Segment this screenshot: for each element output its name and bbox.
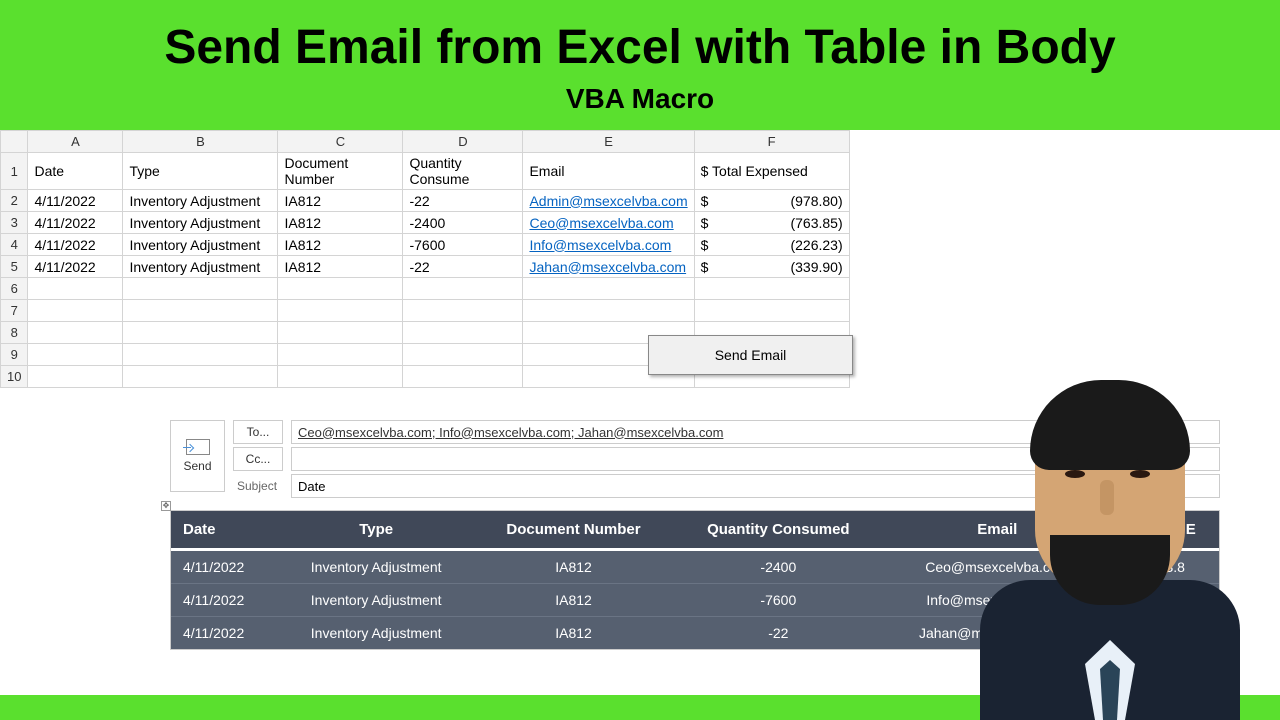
send-icon	[186, 439, 210, 455]
th-doc: Document Number	[474, 511, 674, 550]
cell[interactable]	[278, 278, 403, 300]
cell[interactable]	[123, 344, 278, 366]
th-qty: Quantity Consumed	[673, 511, 883, 550]
cell[interactable]: Type	[123, 153, 278, 190]
cell[interactable]: Jahan@msexcelvba.com	[523, 256, 694, 278]
cell[interactable]: Info@msexcelvba.com	[523, 234, 694, 256]
th-date: Date	[171, 511, 279, 550]
col-header-d[interactable]: D	[403, 131, 523, 153]
cell[interactable]: Inventory Adjustment	[123, 190, 278, 212]
email-link[interactable]: Jahan@msexcelvba.com	[529, 259, 686, 275]
cell[interactable]	[523, 278, 694, 300]
cc-button[interactable]: Cc...	[233, 447, 283, 471]
cell[interactable]	[278, 300, 403, 322]
cell[interactable]	[123, 322, 278, 344]
excel-worksheet[interactable]: A B C D E F 1 Date Type Document Number …	[0, 130, 1280, 388]
title-banner: Send Email from Excel with Table in Body…	[0, 0, 1280, 130]
to-button[interactable]: To...	[233, 420, 283, 444]
cell[interactable]: $(978.80)	[694, 190, 849, 212]
cell[interactable]: 4/11/2022	[28, 212, 123, 234]
subject-label: Subject	[233, 479, 283, 493]
cell[interactable]	[278, 366, 403, 388]
cell[interactable]	[123, 366, 278, 388]
cell[interactable]	[28, 300, 123, 322]
cell[interactable]	[694, 300, 849, 322]
col-header-f[interactable]: F	[694, 131, 849, 153]
cell[interactable]: -7600	[403, 234, 523, 256]
send-button[interactable]: Send	[170, 420, 225, 492]
email-link[interactable]: Admin@msexcelvba.com	[529, 193, 687, 209]
cell[interactable]: $ Total Expensed	[694, 153, 849, 190]
cell[interactable]: IA812	[278, 256, 403, 278]
cell[interactable]	[278, 344, 403, 366]
cell[interactable]: Admin@msexcelvba.com	[523, 190, 694, 212]
col-header-c[interactable]: C	[278, 131, 403, 153]
cell[interactable]: $(226.23)	[694, 234, 849, 256]
cell[interactable]	[278, 322, 403, 344]
cell[interactable]	[403, 322, 523, 344]
row-header-6[interactable]: 6	[1, 278, 28, 300]
email-link[interactable]: Ceo@msexcelvba.com	[529, 215, 673, 231]
table-move-handle[interactable]: ✥	[161, 501, 171, 511]
col-header-b[interactable]: B	[123, 131, 278, 153]
cell[interactable]	[403, 278, 523, 300]
select-all-corner[interactable]	[1, 131, 28, 153]
row-header-5[interactable]: 5	[1, 256, 28, 278]
row-header-4[interactable]: 4	[1, 234, 28, 256]
cell[interactable]	[403, 344, 523, 366]
cell[interactable]	[403, 366, 523, 388]
send-email-macro-button[interactable]: Send Email	[648, 335, 853, 375]
cell[interactable]: -2400	[403, 212, 523, 234]
row-header-1[interactable]: 1	[1, 153, 28, 190]
row-header-9[interactable]: 9	[1, 344, 28, 366]
email-link[interactable]: Info@msexcelvba.com	[529, 237, 671, 253]
row-header-2[interactable]: 2	[1, 190, 28, 212]
cell[interactable]: 4/11/2022	[28, 190, 123, 212]
row-header-3[interactable]: 3	[1, 212, 28, 234]
cell[interactable]	[123, 278, 278, 300]
row-header-7[interactable]: 7	[1, 300, 28, 322]
cell[interactable]: 4/11/2022	[28, 234, 123, 256]
cell[interactable]: $(339.90)	[694, 256, 849, 278]
cell[interactable]	[28, 322, 123, 344]
cell[interactable]	[28, 278, 123, 300]
cell[interactable]: IA812	[278, 212, 403, 234]
col-header-a[interactable]: A	[28, 131, 123, 153]
th-type: Type	[279, 511, 474, 550]
cell[interactable]: IA812	[278, 234, 403, 256]
cell[interactable]: -22	[403, 256, 523, 278]
cell[interactable]: Date	[28, 153, 123, 190]
send-label: Send	[183, 459, 211, 473]
cell[interactable]: Inventory Adjustment	[123, 234, 278, 256]
cell[interactable]	[123, 300, 278, 322]
cell[interactable]	[28, 344, 123, 366]
row-header-8[interactable]: 8	[1, 322, 28, 344]
cell[interactable]: -22	[403, 190, 523, 212]
cell[interactable]: Inventory Adjustment	[123, 256, 278, 278]
cell[interactable]: 4/11/2022	[28, 256, 123, 278]
cell[interactable]: Email	[523, 153, 694, 190]
col-header-e[interactable]: E	[523, 131, 694, 153]
cell[interactable]: IA812	[278, 190, 403, 212]
cell[interactable]: Document Number	[278, 153, 403, 190]
cell[interactable]	[523, 300, 694, 322]
cell[interactable]	[403, 300, 523, 322]
cell[interactable]	[28, 366, 123, 388]
cell[interactable]: Ceo@msexcelvba.com	[523, 212, 694, 234]
row-header-10[interactable]: 10	[1, 366, 28, 388]
subtitle: VBA Macro	[0, 83, 1280, 115]
cell[interactable]: Quantity Consume	[403, 153, 523, 190]
cell[interactable]: Inventory Adjustment	[123, 212, 278, 234]
main-title: Send Email from Excel with Table in Body	[0, 20, 1280, 75]
cell[interactable]	[694, 278, 849, 300]
cell[interactable]: $(763.85)	[694, 212, 849, 234]
presenter-avatar	[970, 360, 1250, 720]
